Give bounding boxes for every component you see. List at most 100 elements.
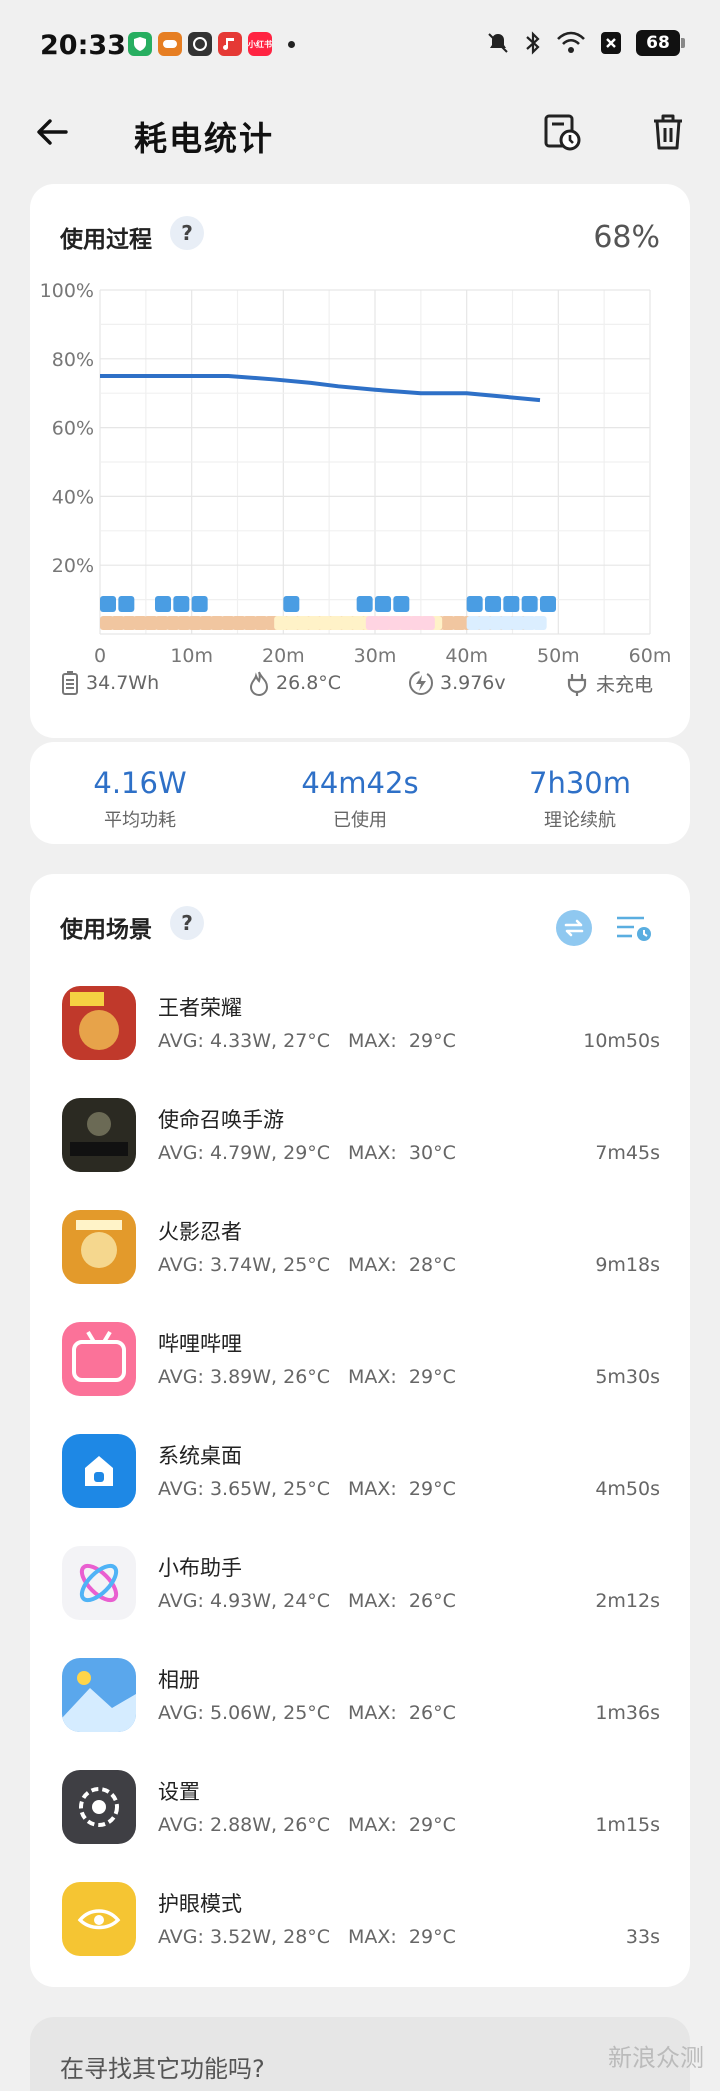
usage-marker bbox=[540, 596, 556, 612]
avg-power-summary: 4.16W 平均功耗 bbox=[30, 742, 250, 832]
x-tick-label: 0 bbox=[94, 645, 106, 664]
app-avg: AVG: 2.88W, 26°C bbox=[158, 1814, 331, 1836]
app-max: MAX: 29°C bbox=[348, 1814, 456, 1836]
battery-capacity-icon bbox=[62, 671, 78, 695]
y-tick-label: 20% bbox=[52, 555, 94, 577]
close-box-icon bbox=[601, 32, 621, 54]
app-name: 系统桌面 bbox=[158, 1444, 242, 1468]
x-tick-label: 50m bbox=[537, 645, 580, 664]
back-button[interactable] bbox=[32, 112, 72, 152]
app-name: 护眼模式 bbox=[158, 1892, 242, 1916]
used-label: 已使用 bbox=[333, 810, 387, 831]
app-row[interactable]: 哔哩哔哩 AVG: 3.89W, 26°C MAX: 29°C 5m30s bbox=[30, 1314, 690, 1426]
watermark: 新浪众测 bbox=[608, 2044, 704, 2072]
status-time: 20:33 bbox=[40, 30, 126, 61]
xiaohongshu-icon: 小红书 bbox=[248, 32, 272, 56]
sort-button[interactable] bbox=[614, 910, 654, 946]
y-tick-label: 100% bbox=[40, 280, 94, 302]
app-max: MAX: 26°C bbox=[348, 1702, 456, 1724]
game-icon bbox=[158, 32, 182, 56]
app-row[interactable]: 系统桌面 AVG: 3.65W, 25°C MAX: 29°C 4m50s bbox=[30, 1426, 690, 1538]
battery-icon: 68 bbox=[636, 30, 685, 56]
max-label: MAX: bbox=[348, 1478, 397, 1500]
max-label: MAX: bbox=[348, 1142, 397, 1164]
home-icon bbox=[62, 1434, 136, 1508]
swap-icon bbox=[564, 919, 584, 937]
estimate-label: 理论续航 bbox=[544, 810, 616, 831]
usage-help-button[interactable]: ? bbox=[170, 216, 204, 250]
notification-icons: 小红书 bbox=[128, 32, 295, 56]
battery-chart: 100% 80% 60% 40% 20% 0 10m 20m 30m 40m 50m 60m bbox=[40, 280, 672, 664]
history-icon bbox=[544, 114, 581, 151]
max-value: 29°C bbox=[408, 1478, 456, 1500]
usage-marker bbox=[155, 596, 171, 612]
app-avg: AVG: 3.65W, 25°C bbox=[158, 1478, 331, 1500]
app-row[interactable]: 王者荣耀 AVG: 4.33W, 27°C MAX: 29°C 10m50s bbox=[30, 978, 690, 1090]
app-duration: 1m15s bbox=[595, 1814, 660, 1836]
app-icon bbox=[188, 32, 212, 56]
app-name: 小布助手 bbox=[158, 1556, 242, 1580]
estimate-summary: 7h30m 理论续航 bbox=[470, 742, 690, 832]
trash-icon bbox=[654, 114, 682, 150]
capacity-value: 34.7Wh bbox=[86, 672, 160, 694]
usage-marker bbox=[375, 596, 391, 612]
y-tick-label: 60% bbox=[52, 418, 94, 440]
usage-marker bbox=[356, 596, 373, 612]
app-duration: 1m36s bbox=[595, 1702, 660, 1724]
usage-marker bbox=[521, 596, 538, 612]
app-avg: AVG: 3.74W, 25°C bbox=[158, 1254, 331, 1276]
used-summary: 44m42s 已使用 bbox=[250, 742, 470, 832]
capacity-stat: 34.7Wh bbox=[60, 670, 159, 696]
temperature-stat: 26.8°C bbox=[248, 670, 341, 696]
app-name: 使命召唤手游 bbox=[158, 1108, 284, 1132]
usage-marker bbox=[485, 596, 501, 612]
scenes-help-button[interactable]: ? bbox=[170, 906, 204, 940]
x-tick-label: 60m bbox=[629, 645, 672, 664]
usage-process-title: 使用过程 bbox=[60, 227, 152, 253]
flame-icon bbox=[249, 671, 269, 696]
temperature-value: 26.8°C bbox=[276, 672, 342, 694]
charging-value: 未充电 bbox=[596, 674, 654, 696]
delete-button[interactable] bbox=[646, 110, 690, 154]
music-icon bbox=[218, 32, 242, 56]
swap-button[interactable] bbox=[556, 910, 592, 946]
eye-care-icon bbox=[62, 1882, 136, 1956]
max-value: 29°C bbox=[408, 1814, 456, 1836]
usage-marker bbox=[191, 596, 208, 612]
max-label: MAX: bbox=[348, 1366, 397, 1388]
bilibili-icon bbox=[62, 1322, 136, 1396]
history-button[interactable] bbox=[540, 110, 584, 154]
max-value: 26°C bbox=[408, 1590, 456, 1612]
shield-icon bbox=[128, 32, 152, 56]
wifi-icon bbox=[557, 31, 585, 53]
usage-scenes-card: 使用场景 ? 王者荣耀 AVG: 4.33W, 27°C MAX: 29°C 10m5… bbox=[30, 874, 690, 1987]
plug-icon bbox=[567, 673, 587, 696]
app-name: 设置 bbox=[158, 1780, 200, 1804]
naruto-icon bbox=[62, 1210, 136, 1284]
app-row[interactable]: 小布助手 AVG: 4.93W, 24°C MAX: 26°C 2m12s bbox=[30, 1538, 690, 1650]
app-avg: AVG: 3.89W, 26°C bbox=[158, 1366, 331, 1388]
battery-stats: 34.7Wh 26.8°C 3.976v 未充电 bbox=[30, 670, 690, 710]
usage-marker bbox=[393, 596, 410, 612]
charging-stat: 未充电 bbox=[564, 670, 653, 697]
find-more-card[interactable]: 在寻找其它功能吗? bbox=[30, 2017, 690, 2091]
app-row[interactable]: 相册 AVG: 5.06W, 25°C MAX: 26°C 1m36s bbox=[30, 1650, 690, 1762]
app-row[interactable]: 火影忍者 AVG: 3.74W, 25°C MAX: 28°C 9m18s bbox=[30, 1202, 690, 1314]
assistant-icon bbox=[62, 1546, 136, 1620]
app-row[interactable]: 使命召唤手游 AVG: 4.79W, 29°C MAX: 30°C 7m45s bbox=[30, 1090, 690, 1202]
settings-gear-icon bbox=[62, 1770, 136, 1844]
find-more-text: 在寻找其它功能吗? bbox=[60, 2055, 265, 2083]
back-arrow-icon bbox=[37, 119, 68, 145]
app-row[interactable]: 设置 AVG: 2.88W, 26°C MAX: 29°C 1m15s bbox=[30, 1762, 690, 1874]
app-row[interactable]: 护眼模式 AVG: 3.52W, 28°C MAX: 29°C 33s bbox=[30, 1874, 690, 1986]
app-max: MAX: 29°C bbox=[348, 1478, 456, 1500]
usage-process-card: 使用过程 ? 68% 100% 80% 60% 40% 20% 0 10m 20m 30m 40m… bbox=[30, 184, 690, 738]
app-duration: 33s bbox=[625, 1926, 660, 1948]
max-value: 26°C bbox=[408, 1702, 456, 1724]
app-duration: 2m12s bbox=[595, 1590, 660, 1612]
usage-marker bbox=[466, 596, 483, 612]
app-avg: AVG: 4.33W, 27°C bbox=[158, 1030, 331, 1052]
avg-power-label: 平均功耗 bbox=[104, 810, 176, 831]
app-avg: AVG: 5.06W, 25°C bbox=[158, 1702, 331, 1724]
battery-percent: 68% bbox=[593, 220, 660, 255]
